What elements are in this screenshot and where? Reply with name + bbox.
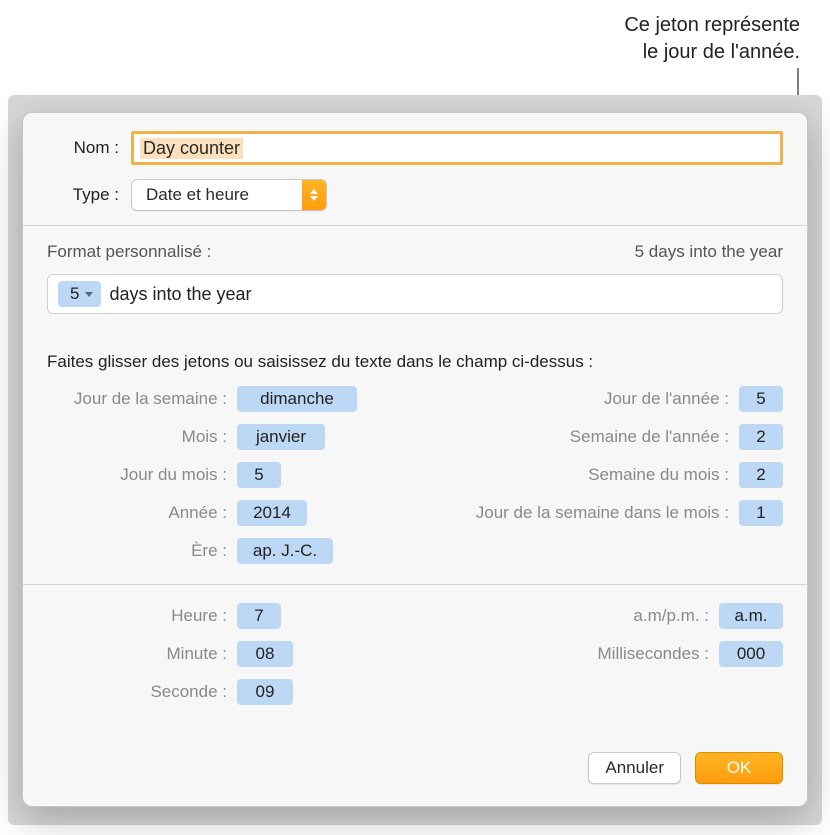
date-tokens-right-col: Jour de l'année : 5 Semaine de l'année :… [389,384,783,566]
type-label: Type : [47,185,119,205]
type-row: Type : Date et heure [47,179,783,211]
token-label: Année : [47,503,227,523]
token-row-second: Seconde : 09 [47,677,293,707]
token-chip-weekday[interactable]: dimanche [237,386,357,412]
token-row-week-of-month: Semaine du mois : 2 [474,460,783,490]
token-row-year: Année : 2014 [47,498,357,528]
token-label: Mois : [47,427,227,447]
format-section: Format personnalisé : 5 days into the ye… [23,226,807,332]
token-chip-month[interactable]: janvier [237,424,325,450]
token-chip-day-of-month[interactable]: 5 [237,462,281,488]
name-label: Nom : [47,138,119,158]
token-label: a.m/p.m. : [454,606,709,626]
token-chip-day-of-year[interactable]: 5 [739,386,783,412]
annotation-line2: le jour de l'année. [643,41,800,63]
chevron-down-icon [85,292,93,297]
name-input[interactable]: Day counter [131,131,783,165]
token-label: Seconde : [47,682,227,702]
token-chip-second[interactable]: 09 [237,679,293,705]
custom-format-dialog: Nom : Day counter Type : Date et heure F… [22,112,808,807]
token-row-weekday-in-month: Jour de la semaine dans le mois : 1 [474,498,783,528]
token-row-day-of-month: Jour du mois : 5 [47,460,357,490]
format-preview: 5 days into the year [635,242,783,262]
dialog-footer: Annuler OK [23,736,807,806]
token-chip-week-of-year[interactable]: 2 [739,424,783,450]
token-chip-milliseconds[interactable]: 000 [719,641,783,667]
token-chip-week-of-month[interactable]: 2 [739,462,783,488]
token-row-week-of-year: Semaine de l'année : 2 [474,422,783,452]
ok-button[interactable]: OK [695,752,783,784]
token-row-hour: Heure : 7 [47,601,293,631]
annotation-callout: Ce jeton représente le jour de l'année. [624,12,800,66]
format-trailing-text: days into the year [109,284,251,305]
token-row-weekday: Jour de la semaine : dimanche [47,384,357,414]
token-row-minute: Minute : 08 [47,639,293,669]
token-chip-hour[interactable]: 7 [237,603,281,629]
date-tokens-section: Jour de la semaine : dimanche Mois : jan… [23,376,807,584]
token-row-day-of-year: Jour de l'année : 5 [474,384,783,414]
token-label: Jour du mois : [47,465,227,485]
token-label: Semaine de l'année : [474,427,729,447]
instruction-text: Faites glisser des jetons ou saisissez d… [23,332,807,376]
annotation-line1: Ce jeton représente [624,14,800,36]
token-chip-ampm[interactable]: a.m. [719,603,783,629]
token-chip-minute[interactable]: 08 [237,641,293,667]
format-header: Format personnalisé : 5 days into the ye… [47,242,783,262]
token-label: Millisecondes : [454,644,709,664]
token-label: Jour de la semaine dans le mois : [474,503,729,523]
date-tokens-left-col: Jour de la semaine : dimanche Mois : jan… [47,384,357,566]
name-input-text: Day counter [140,138,243,159]
token-row-milliseconds: Millisecondes : 000 [454,639,783,669]
token-row-ampm: a.m/p.m. : a.m. [454,601,783,631]
time-tokens-section: Heure : 7 Minute : 08 Seconde : 09 a.m/p… [23,585,807,715]
token-label: Semaine du mois : [474,465,729,485]
type-select-value: Date et heure [132,185,302,205]
token-label: Jour de l'année : [474,389,729,409]
type-select[interactable]: Date et heure [131,179,327,211]
token-text: 5 [70,284,79,304]
time-tokens-left-col: Heure : 7 Minute : 08 Seconde : 09 [47,601,293,707]
time-tokens-right-col: a.m/p.m. : a.m. Millisecondes : 000 [325,601,783,707]
cancel-button[interactable]: Annuler [588,752,681,784]
token-chip-weekday-in-month[interactable]: 1 [739,500,783,526]
token-row-month: Mois : janvier [47,422,357,452]
token-label: Jour de la semaine : [47,389,227,409]
token-label: Minute : [47,644,227,664]
token-label: Heure : [47,606,227,626]
token-row-era: Ère : ap. J.-C. [47,536,357,566]
header-section: Nom : Day counter Type : Date et heure [23,113,807,225]
name-row: Nom : Day counter [47,131,783,165]
token-label: Ère : [47,541,227,561]
format-label: Format personnalisé : [47,242,211,262]
format-token-day-of-year[interactable]: 5 [58,281,101,307]
format-field[interactable]: 5 days into the year [47,274,783,314]
token-chip-era[interactable]: ap. J.-C. [237,538,333,564]
token-chip-year[interactable]: 2014 [237,500,307,526]
stepper-arrows-icon [302,180,326,210]
